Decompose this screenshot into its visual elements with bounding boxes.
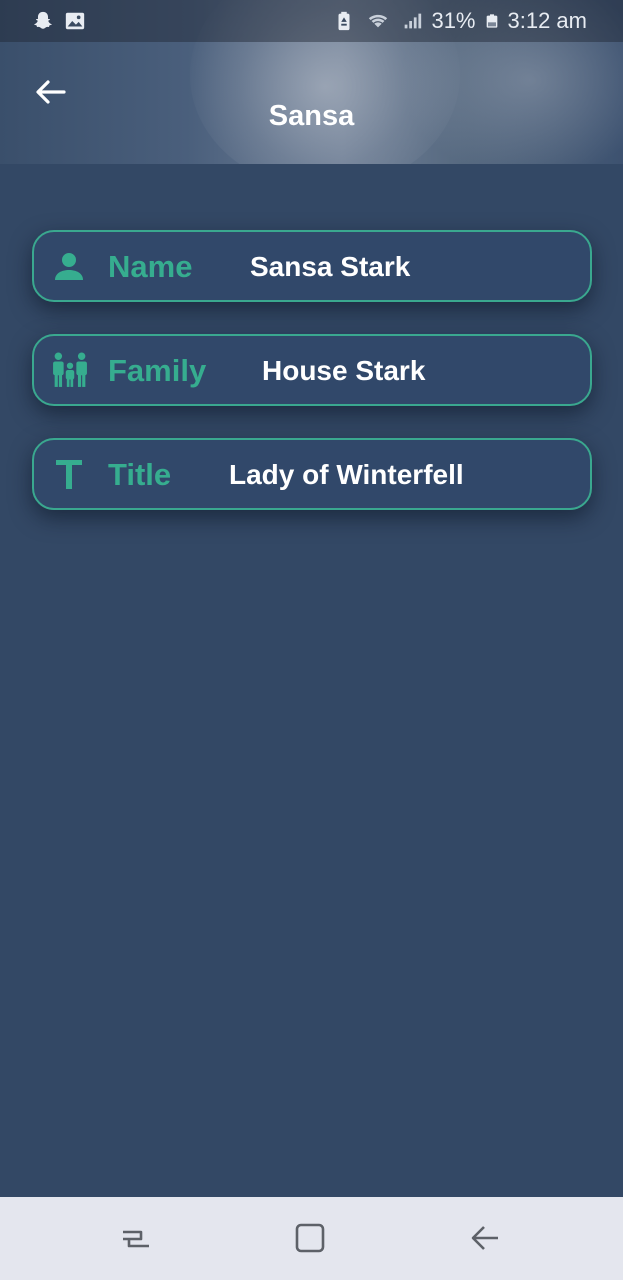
home-button[interactable] [289,1217,333,1261]
detail-label: Title [108,457,172,492]
nav-back-button[interactable] [464,1217,508,1261]
page-title: Sansa [268,100,355,132]
status-left [32,10,86,32]
detail-value: House Stark [262,355,426,386]
battery-icon [486,14,497,28]
title-text-icon [56,460,82,489]
battery-saver-icon [338,11,350,31]
navigation-bar [0,1197,623,1280]
back-arrow-icon [471,1226,498,1250]
family-icon [53,352,87,387]
detail-card-family: Family House Stark [32,334,592,406]
battery-percent: 31% [431,8,476,33]
detail-label: Name [108,249,193,284]
detail-label: Family [108,353,207,388]
detail-value: Lady of Winterfell [229,459,464,490]
signal-icon [405,13,422,29]
wifi-icon [369,14,388,28]
snapchat-icon [34,11,52,29]
status-time: 3:12 am [507,8,588,33]
status-right: 31% 3:12 am [333,8,587,34]
detail-value: Sansa Stark [250,251,411,282]
person-icon [55,253,83,280]
recent-apps-button[interactable] [114,1217,158,1261]
detail-card-name: Name Sansa Stark [32,230,592,302]
home-icon [295,1223,325,1253]
detail-card-title: Title Lady of Winterfell [32,438,592,510]
header-banner: 31% 3:12 am Sansa [0,0,623,164]
gallery-icon [65,12,85,30]
status-bar: 31% 3:12 am [0,0,623,42]
recent-apps-icon [123,1230,149,1248]
